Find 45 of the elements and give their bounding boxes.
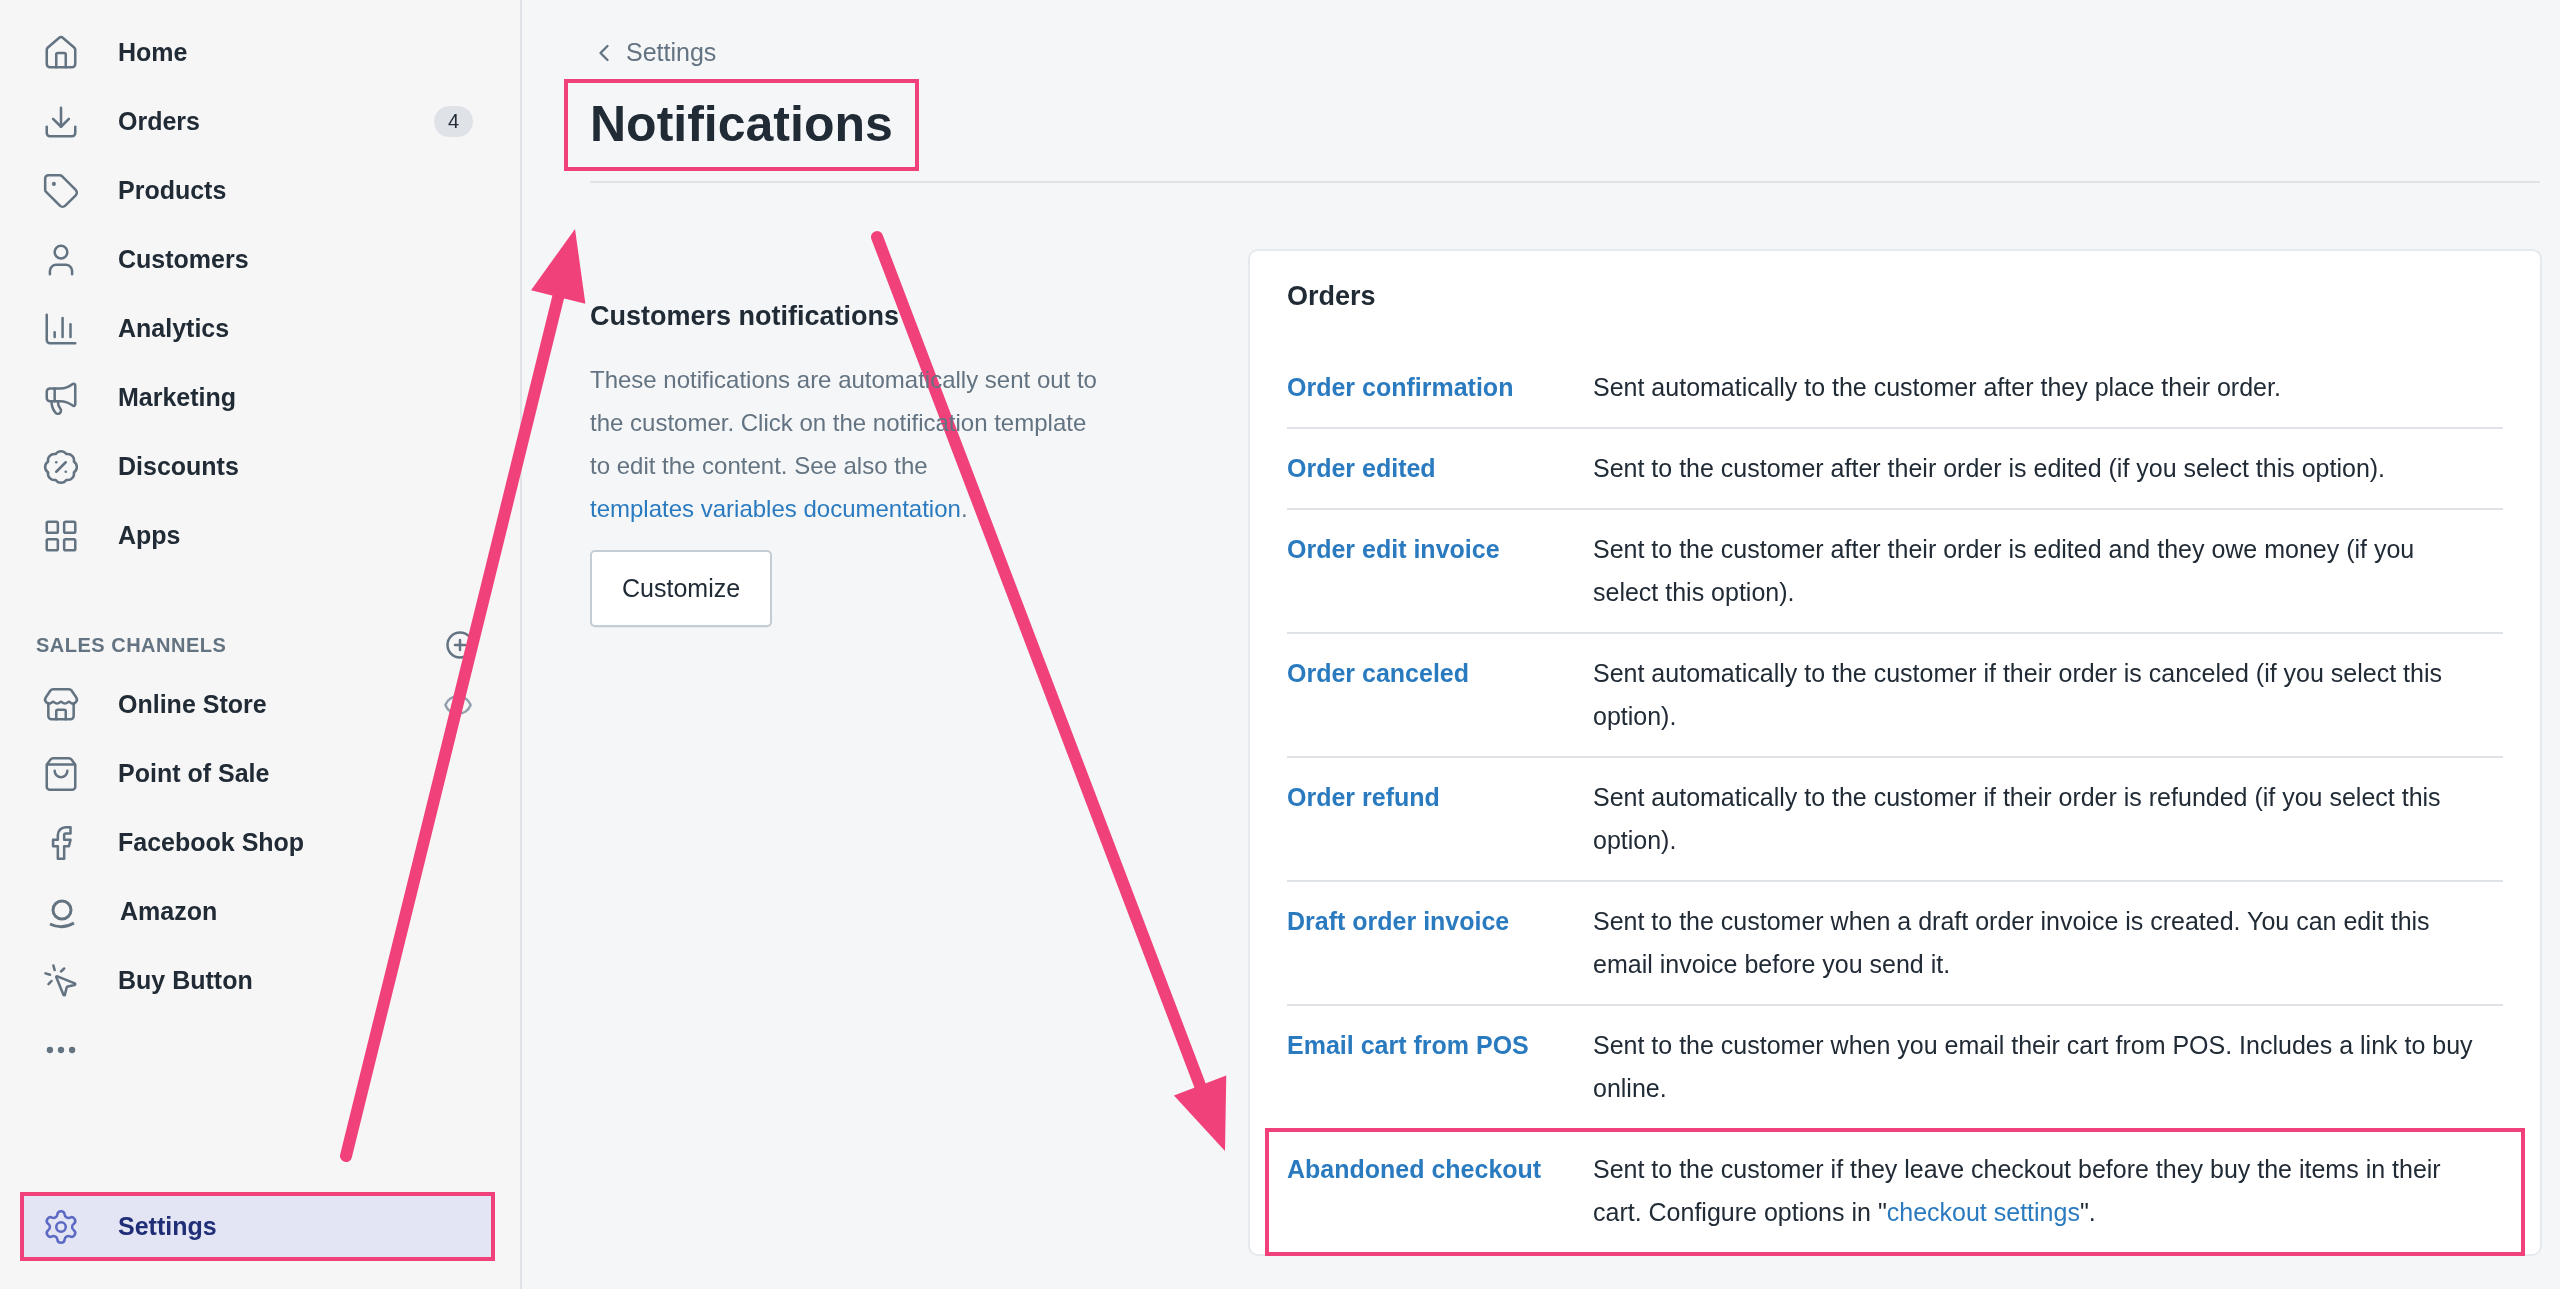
notification-description: Sent to the customer when you email their cart from POS. Includes a link to buy online. (1593, 1029, 2473, 1104)
notification-link[interactable]: Draft order invoice (1287, 906, 1510, 935)
settings-item[interactable]: Settings (20, 1192, 495, 1261)
nav-icon (42, 171, 80, 210)
nav-icon (42, 447, 80, 486)
section-heading: Customers notifications (590, 300, 901, 332)
card-title: Orders (1287, 280, 1377, 312)
nav-item[interactable]: Discounts (20, 432, 495, 501)
notification-description: Sent automatically to the customer if their order is refunded (if you select this option). (1593, 781, 2442, 856)
notification-link[interactable]: Order edit invoice (1287, 534, 1500, 563)
docs-link[interactable]: templates variables documentation (590, 494, 961, 522)
notification-link[interactable]: Order confirmation (1287, 372, 1514, 401)
settings-icon (42, 1207, 80, 1246)
nav-item[interactable]: Marketing (20, 363, 495, 432)
page-title: Notifications (564, 78, 919, 171)
section-heading: SALES CHANNELS (36, 633, 227, 657)
channel-icon (42, 754, 80, 793)
nav-item[interactable]: Customers (20, 225, 495, 294)
nav-item[interactable]: Apps (20, 501, 495, 570)
notification-link[interactable]: Order canceled (1287, 658, 1470, 687)
channel-icon (42, 685, 80, 724)
notification-description: Sent to the customer after their order is edited (if you select this option). (1593, 452, 2387, 484)
settings-link[interactable]: checkout settings (1886, 1197, 2080, 1226)
nav-item[interactable]: Analytics (20, 294, 495, 363)
nav-item[interactable]: Amazon (20, 877, 495, 946)
notification-description: Sent to the customer if they leave checkout before they buy the items in their cart. Configure options in "checkout settings". (1593, 1153, 2442, 1228)
nav-item[interactable]: Orders 4 (20, 87, 495, 156)
notification-description: Sent to the customer after their order is edited and they owe money (if you select this option). (1593, 533, 2416, 608)
notification-description: Sent automatically to the customer if their order is canceled (if you select this option). (1593, 657, 2443, 732)
nav-item[interactable]: Buy Button (20, 946, 495, 1015)
back-link[interactable]: Settings (590, 38, 717, 67)
nav-icon (42, 33, 80, 72)
notification-link[interactable]: Email cart from POS (1287, 1030, 1529, 1059)
nav-item[interactable]: Facebook Shop (20, 808, 495, 877)
count-badge: 4 (433, 106, 473, 137)
nav-item[interactable]: Products (20, 156, 495, 225)
notification-link[interactable]: Order edited (1287, 453, 1436, 482)
notification-link[interactable]: Order refund (1287, 782, 1440, 811)
notification-link[interactable]: Abandoned checkout (1287, 1154, 1542, 1183)
notification-description: Sent automatically to the customer after they place their order. (1593, 371, 2282, 403)
nav-item[interactable]: Online Store (20, 670, 495, 739)
customize-button[interactable]: Customize (590, 549, 773, 627)
nav-item[interactable]: Home (20, 18, 495, 87)
notification-description: Sent to the customer when a draft order invoice is created. You can edit this email invoice before you send it. (1593, 905, 2431, 980)
nav-item[interactable]: Point of Sale (20, 739, 495, 808)
